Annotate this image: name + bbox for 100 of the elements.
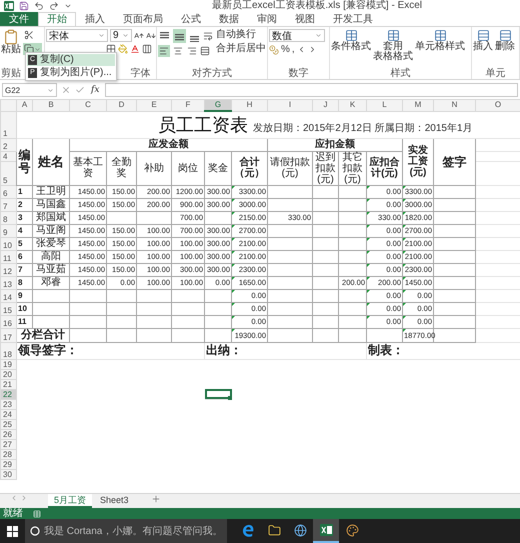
caret-icon [64,2,72,10]
shrink-font-icon [146,30,156,40]
paste-button[interactable]: 粘贴 [1,29,21,68]
table-cell: 郑国斌 [32,211,70,224]
table-cell: 10 [16,302,32,315]
table-cell: 基本工资 [70,151,106,185]
table-cell: 分栏合计 [16,328,70,342]
ribbon-tab[interactable]: 开始 [38,12,76,26]
file-tab[interactable]: 文件 [0,12,38,26]
taskbar-app[interactable] [313,519,339,543]
table-cell: 11 [16,315,32,328]
cells-button[interactable]: 删除 [495,29,515,68]
column-header[interactable]: O [476,100,520,111]
column-header[interactable]: G [204,100,232,111]
horizontal-align-button[interactable] [172,45,184,57]
table-cell: 马国鑫 [32,198,70,211]
table-cell: 其它扣款(元) [338,151,366,185]
row-header[interactable]: 30 [0,469,16,479]
group-label: 字体 [130,68,150,79]
table-cell: 姓名 [32,138,70,185]
merge-center-button[interactable]: 合并后居中 [215,43,267,55]
row-header[interactable]: 19 [0,359,16,369]
column-header[interactable]: E [136,100,172,111]
selected-cell[interactable] [204,389,232,399]
rows-icon [498,29,512,42]
row-header[interactable]: 11 [0,250,16,263]
cells-button[interactable]: 插入 [473,29,493,68]
row-header[interactable]: 13 [0,276,16,289]
row-header[interactable]: 26 [0,429,16,439]
row-header[interactable]: 1 [0,111,16,138]
number-format-field[interactable]: 数值 [269,29,325,42]
group-label: 数字 [288,68,308,79]
row-header[interactable]: 22 [0,389,16,399]
table-cell: 马亚茹 [32,263,70,276]
scroll-left-icon [10,494,18,502]
row-header[interactable]: 21 [0,379,16,389]
date-text: 发放日期：2015年2月12日 所属日期：2015年1月 [253,122,473,136]
font-size-field[interactable]: 9 [110,29,132,42]
column-header[interactable]: J [312,100,338,111]
sheet-title: 员工工资表 [158,114,248,137]
row-header[interactable]: 17 [0,328,16,342]
row-header[interactable]: 14 [0,289,16,302]
row-header[interactable]: 28 [0,449,16,459]
column-header[interactable]: H [232,100,268,111]
row-header[interactable]: 8 [0,211,16,224]
column-header[interactable]: A [16,100,32,111]
style-button[interactable]: 单元格样式 [415,29,465,68]
row-header[interactable]: 23 [0,399,16,409]
row-header[interactable]: 2 [0,138,16,151]
style-button[interactable]: 套用 表格格式 [373,29,413,68]
row-header[interactable]: 9 [0,224,16,237]
group-label: 剪贴 [1,68,21,79]
sheet-tab[interactable]: Sheet3 [94,494,135,508]
scroll-right-icon [20,494,28,502]
table-icon [344,29,358,42]
percent-button[interactable]: % [281,44,290,55]
row-header[interactable]: 20 [0,369,16,379]
row-header[interactable]: 5 [0,161,16,185]
wrap-text-button[interactable]: 自动换行 [215,29,267,41]
column-header[interactable]: C [70,100,106,111]
column-header[interactable]: D [106,100,136,111]
row-header[interactable]: 6 [0,185,16,198]
vertical-align-button[interactable] [173,29,186,43]
spreadsheet-app-icon [320,524,332,536]
row-header[interactable]: 24 [0,409,16,419]
row-header[interactable]: 18 [0,342,16,359]
row-header[interactable]: 10 [0,237,16,250]
name-box[interactable]: G22 [2,83,57,97]
row-header[interactable]: 25 [0,419,16,429]
table-cell: 7 [16,263,32,276]
column-header[interactable]: L [366,100,402,111]
row-header[interactable]: 16 [0,315,16,328]
row-header[interactable]: 27 [0,439,16,449]
column-header[interactable]: N [434,100,476,111]
table-cell: 全勤奖 [106,151,136,185]
column-header[interactable]: F [172,100,204,111]
row-header[interactable]: 7 [0,198,16,211]
insert-function-button[interactable]: fx [89,85,102,95]
formula-input[interactable] [105,83,518,97]
undo-icon [34,1,44,11]
row-header[interactable]: 29 [0,459,16,469]
column-header[interactable]: K [338,100,366,111]
comma-button[interactable]: , [292,44,295,55]
cancel-icon [61,85,71,95]
caret-icon [315,32,322,39]
search-field[interactable]: 我是 Cortana，小娜。有问题尽管问我。 [25,519,227,543]
style-button[interactable]: 条件格式 [331,29,371,68]
row-header[interactable]: 4 [0,151,16,161]
redo-icon [49,1,59,11]
column-header[interactable]: M [402,100,434,111]
font-name-field[interactable]: 宋体 [46,29,108,42]
table-cell: 签字 [434,138,476,185]
row-header[interactable]: 12 [0,263,16,276]
palette-icon [346,524,358,536]
column-header[interactable]: B [32,100,70,111]
column-header[interactable]: I [268,100,312,111]
horizontal-align-button[interactable] [158,45,170,57]
row-header[interactable]: 15 [0,302,16,315]
horizontal-align-button[interactable] [186,45,198,57]
sheet-tab[interactable]: 5月工资 [48,494,92,508]
